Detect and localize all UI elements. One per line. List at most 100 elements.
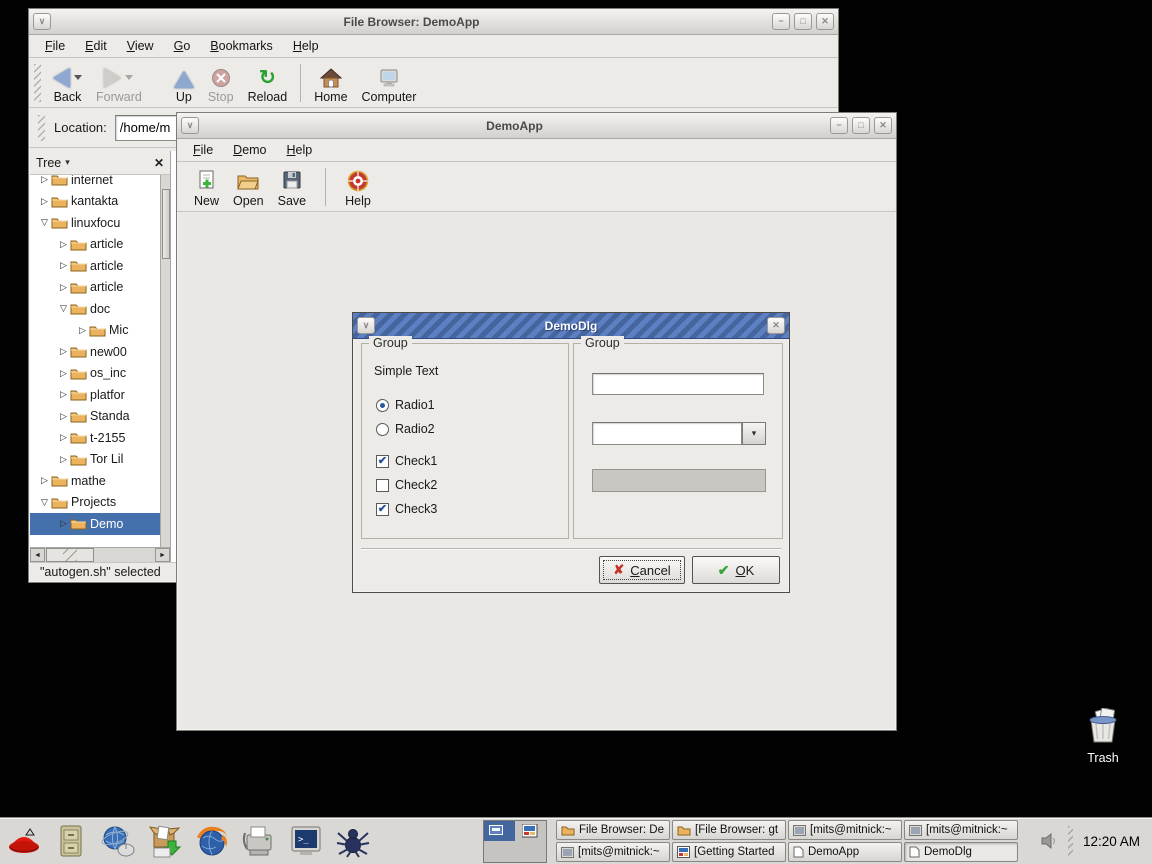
package-launcher[interactable] [145,821,185,861]
tree-row[interactable]: ▽doc [30,298,160,320]
task-button-terminal-1[interactable]: [mits@mitnick:~ [788,820,902,840]
tree-row[interactable]: ▷article [30,234,160,256]
back-dropdown-icon[interactable] [74,75,82,80]
clock[interactable]: 12:20 AM [1083,834,1148,849]
check2-control[interactable]: Check2 [376,478,437,492]
side-panel-dropdown-icon[interactable]: ▾ [65,157,70,168]
tree-row[interactable]: ▷t-2155 [30,427,160,449]
expander-icon[interactable]: ▷ [38,196,51,207]
workspace-2[interactable] [516,821,547,841]
menu-demo[interactable]: Demo [225,139,274,161]
tree-row[interactable]: ▷Mic [30,320,160,342]
radio2-indicator[interactable] [376,423,389,436]
tree-row[interactable]: ▷kantakta [30,191,160,213]
tree-row[interactable]: ▽linuxfocu [30,212,160,234]
expander-icon[interactable]: ▷ [76,325,89,336]
minimize-button[interactable]: − [830,117,848,134]
menu-help[interactable]: Help [279,139,321,161]
expander-icon[interactable]: ▷ [57,411,70,422]
back-button[interactable]: Back [46,60,89,106]
trash-desktop-icon[interactable]: Trash [1074,708,1132,765]
menu-help[interactable]: Help [285,35,327,57]
expander-icon[interactable]: ▷ [57,389,70,400]
volume-icon[interactable] [1040,832,1058,850]
combo-dropdown-button[interactable]: ▾ [742,422,766,445]
tree-vertical-scrollbar[interactable] [160,175,170,547]
home-button[interactable]: Home [307,60,354,106]
open-button[interactable]: Open [226,164,271,210]
expander-icon[interactable]: ▷ [57,432,70,443]
expander-icon[interactable]: ▽ [38,217,51,228]
task-button-file-browser-2[interactable]: [File Browser: gt [672,820,786,840]
menu-file[interactable]: File [37,35,73,57]
tree-row[interactable]: ▷Tor Lil [30,449,160,471]
tree-row[interactable]: ▷Standa [30,406,160,428]
close-button[interactable]: ✕ [767,317,785,334]
file-browser-titlebar[interactable]: ∨ File Browser: DemoApp − □ ✕ [29,9,838,35]
task-button-demodlg[interactable]: DemoDlg [904,842,1018,862]
expander-icon[interactable]: ▷ [57,454,70,465]
expander-icon[interactable]: ▷ [57,368,70,379]
cancel-button[interactable]: ✘ Cancel [599,556,685,584]
expander-icon[interactable]: ▷ [57,282,70,293]
help-button[interactable]: Help [338,164,378,210]
toolbar-grippy[interactable] [34,64,41,102]
location-grippy[interactable] [38,115,45,141]
task-button-getting-started[interactable]: [Getting Started [672,842,786,862]
horizontal-scroll-thumb[interactable] [46,548,94,562]
menu-bookmarks[interactable]: Bookmarks [202,35,281,57]
radio1-indicator[interactable] [376,399,389,412]
tree-row[interactable]: ▷mathe [30,470,160,492]
expander-icon[interactable]: ▷ [57,346,70,357]
close-button[interactable]: ✕ [816,13,834,30]
tree-row[interactable]: ▷os_inc [30,363,160,385]
menu-file[interactable]: File [185,139,221,161]
reload-button[interactable]: ↻ Reload [241,60,295,106]
side-panel-close-icon[interactable]: ✕ [154,156,164,170]
expander-icon[interactable]: ▷ [38,475,51,486]
tray-separator-handle[interactable] [1068,826,1073,856]
combo-entry[interactable] [592,422,742,445]
check1-control[interactable]: ✔ Check1 [376,454,437,468]
expander-icon[interactable]: ▽ [38,497,51,508]
task-button-file-browser[interactable]: File Browser: De [556,820,670,840]
check3-indicator[interactable]: ✔ [376,503,389,516]
tree-row[interactable]: ▽Projects [30,492,160,514]
radio2-control[interactable]: Radio2 [376,422,435,436]
maximize-button[interactable]: □ [852,117,870,134]
tree-row-selected[interactable]: ▷Demo [30,513,160,535]
window-menu-button[interactable]: ∨ [33,13,51,30]
mozilla-launcher[interactable] [192,821,232,861]
main-menu-button[interactable] [4,821,44,861]
side-panel-header[interactable]: Tree ▾ ✕ [30,151,170,175]
check1-indicator[interactable]: ✔ [376,455,389,468]
menu-go[interactable]: Go [166,35,199,57]
stop-button[interactable]: Stop [201,60,241,106]
window-menu-button[interactable]: ∨ [357,317,375,334]
tree-horizontal-scrollbar[interactable]: ◄ ► [30,547,170,562]
tree-row[interactable]: ▷internet [30,175,160,191]
menu-edit[interactable]: Edit [77,35,115,57]
task-button-demoapp[interactable]: DemoApp [788,842,902,862]
forward-dropdown-icon[interactable] [125,75,133,80]
expander-icon[interactable]: ▷ [57,260,70,271]
task-button-terminal-3[interactable]: [mits@mitnick:~ [556,842,670,862]
vertical-scroll-thumb[interactable] [162,189,170,259]
menu-view[interactable]: View [119,35,162,57]
demoapp-titlebar[interactable]: ∨ DemoApp − □ ✕ [177,113,896,139]
tree-row[interactable]: ▷new00 [30,341,160,363]
check2-indicator[interactable] [376,479,389,492]
radio1-control[interactable]: Radio1 [376,398,435,412]
computer-button[interactable]: Computer [355,60,424,106]
expander-icon[interactable]: ▽ [57,303,70,314]
window-menu-button[interactable]: ∨ [181,117,199,134]
new-button[interactable]: New [187,164,226,210]
scroll-left-button[interactable]: ◄ [30,548,45,562]
terminal-launcher[interactable]: >_ [286,821,326,861]
minimize-button[interactable]: − [772,13,790,30]
maximize-button[interactable]: □ [794,13,812,30]
tree-row[interactable]: ▷platfor [30,384,160,406]
workspace-1[interactable] [484,821,515,841]
ok-button[interactable]: ✔ OK [692,556,780,584]
scroll-right-button[interactable]: ► [155,548,170,562]
